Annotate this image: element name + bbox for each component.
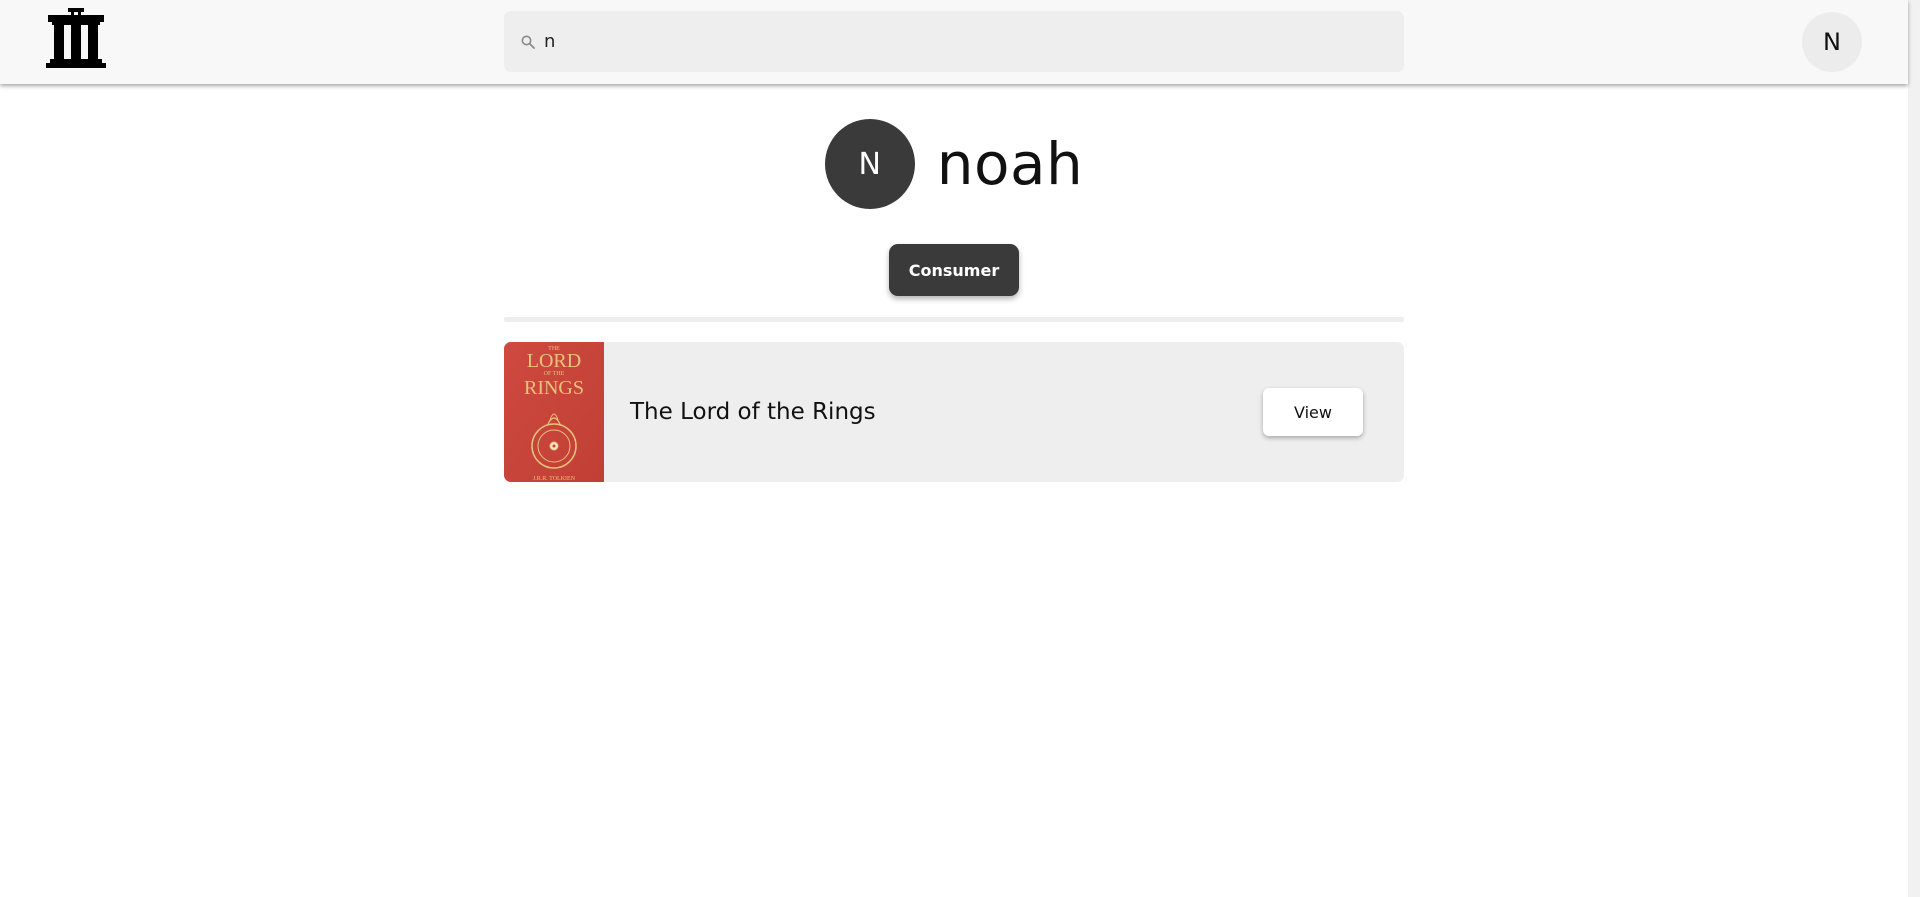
bank-columns-icon[interactable] xyxy=(44,8,108,70)
profile-header: N noah xyxy=(0,119,1908,209)
cover-lord-text: LORD xyxy=(527,350,581,372)
avatar-initial: N xyxy=(858,146,881,182)
book-card: THE LORD OF THE RINGS J.R.R. TOLKIEN The… xyxy=(504,342,1404,482)
user-avatar-button[interactable]: N xyxy=(1802,12,1862,72)
search-icon xyxy=(520,34,536,50)
book-cover-image: THE LORD OF THE RINGS J.R.R. TOLKIEN xyxy=(504,342,604,482)
page-scrollbar[interactable] xyxy=(1908,0,1920,897)
section-divider xyxy=(504,317,1404,322)
top-navbar: N xyxy=(0,0,1908,84)
user-avatar-initial: N xyxy=(1823,28,1841,56)
avatar: N xyxy=(824,119,915,209)
search-bar[interactable] xyxy=(504,11,1404,72)
role-badge-button[interactable]: Consumer xyxy=(889,244,1019,296)
cover-author-text: J.R.R. TOLKIEN xyxy=(533,476,576,482)
search-input[interactable] xyxy=(544,21,1384,62)
cover-rings-text: RINGS xyxy=(524,377,584,399)
view-book-button[interactable]: View xyxy=(1263,388,1363,436)
book-title: The Lord of the Rings xyxy=(630,399,876,425)
username-heading: noah xyxy=(936,130,1084,198)
